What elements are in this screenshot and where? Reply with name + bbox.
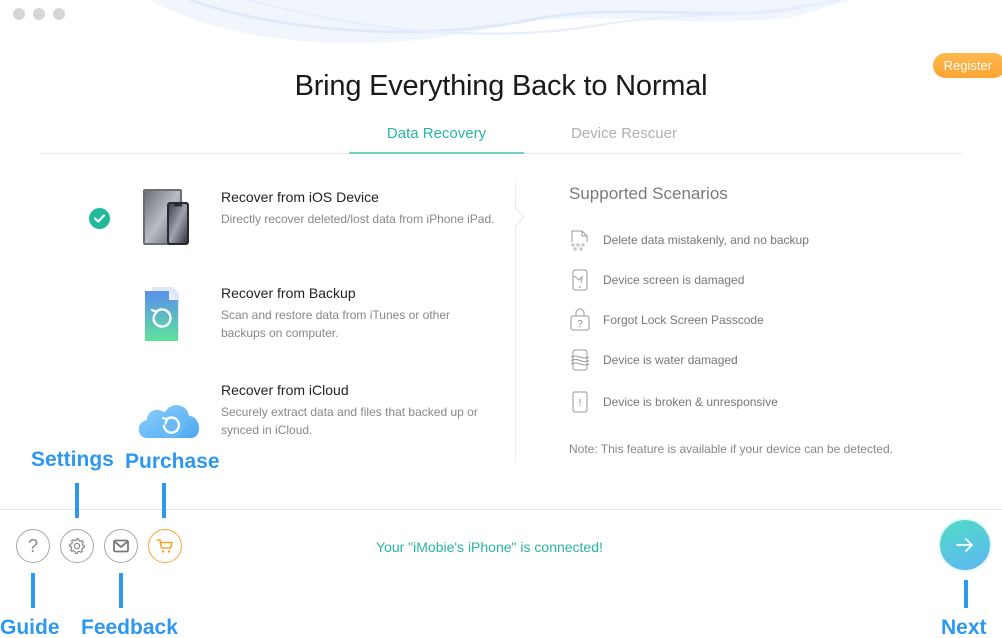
option-title: Recover from iOS Device bbox=[221, 189, 379, 205]
annotation-line-settings bbox=[75, 483, 79, 518]
annotation-line-next bbox=[964, 580, 968, 608]
annotation-line-feedback bbox=[119, 573, 123, 608]
option-recover-backup[interactable]: Recover from Backup Scan and restore dat… bbox=[80, 271, 500, 351]
arrow-right-icon bbox=[956, 538, 973, 552]
icloud-icon bbox=[138, 405, 200, 438]
lock-question-icon: ? bbox=[570, 308, 590, 331]
feedback-button[interactable] bbox=[104, 529, 138, 563]
option-title: Recover from Backup bbox=[221, 285, 356, 301]
option-recover-icloud[interactable]: Recover from iCloud Securely extract dat… bbox=[80, 368, 500, 448]
tab-data-recovery[interactable]: Data Recovery bbox=[349, 125, 524, 154]
scenario-item: Device screen is damaged bbox=[569, 268, 744, 292]
scenario-item: ? Forgot Lock Screen Passcode bbox=[569, 308, 764, 332]
svg-text:?: ? bbox=[28, 536, 38, 556]
svg-text:!: ! bbox=[579, 398, 582, 409]
scenario-text: Delete data mistakenly, and no backup bbox=[603, 233, 809, 247]
scenario-item: Delete data mistakenly, and no backup bbox=[569, 228, 809, 252]
footer-divider bbox=[0, 509, 1002, 510]
option-description: Scan and restore data from iTunes or oth… bbox=[221, 308, 451, 340]
mail-icon bbox=[113, 539, 129, 553]
question-icon: ? bbox=[28, 536, 38, 556]
scenario-text: Device is water damaged bbox=[603, 353, 738, 367]
annotation-line-purchase bbox=[162, 483, 166, 518]
divider-pointer bbox=[514, 207, 526, 227]
minimize-window-button[interactable] bbox=[33, 8, 45, 20]
background-waves bbox=[150, 0, 850, 44]
cart-icon bbox=[156, 539, 173, 553]
zoom-window-button[interactable] bbox=[53, 8, 65, 20]
mode-tabs: Data Recovery Device Rescuer bbox=[40, 120, 962, 154]
scenarios-title: Supported Scenarios bbox=[569, 184, 728, 203]
annotation-line-guide bbox=[31, 573, 35, 608]
annotation-settings: Settings bbox=[31, 448, 114, 471]
window-controls bbox=[13, 8, 65, 20]
ios-device-icon bbox=[143, 189, 189, 245]
annotation-next: Next bbox=[941, 616, 987, 638]
scenario-item: Device is water damaged bbox=[569, 348, 738, 372]
guide-button[interactable]: ? bbox=[16, 529, 50, 563]
purchase-button[interactable] bbox=[148, 529, 182, 563]
annotation-feedback: Feedback bbox=[81, 616, 178, 638]
close-window-button[interactable] bbox=[13, 8, 25, 20]
scenario-text: Device screen is damaged bbox=[603, 273, 745, 287]
scenario-item: ! Device is broken & unresponsive bbox=[569, 390, 778, 414]
option-title: Recover from iCloud bbox=[221, 382, 349, 398]
connection-status: Your "iMobie's iPhone" is connected! bbox=[376, 539, 603, 555]
settings-button[interactable] bbox=[60, 529, 94, 563]
app-window: Register Bring Everything Back to Normal… bbox=[0, 0, 1002, 580]
option-description: Securely extract data and files that bac… bbox=[221, 405, 478, 437]
annotation-purchase: Purchase bbox=[125, 450, 220, 473]
annotation-guide: Guide bbox=[0, 616, 60, 638]
cracked-screen-icon bbox=[572, 269, 588, 291]
svg-text:?: ? bbox=[577, 319, 583, 330]
backup-file-icon bbox=[145, 287, 179, 341]
scenario-text: Device is broken & unresponsive bbox=[603, 395, 778, 409]
deleted-file-icon bbox=[571, 230, 588, 251]
gear-icon bbox=[68, 537, 86, 555]
next-button[interactable] bbox=[940, 520, 990, 570]
page-title: Bring Everything Back to Normal bbox=[294, 70, 708, 102]
water-damage-icon bbox=[570, 349, 590, 371]
tab-device-rescuer[interactable]: Device Rescuer bbox=[524, 125, 724, 154]
scenario-text: Forgot Lock Screen Passcode bbox=[603, 313, 764, 327]
broken-device-icon: ! bbox=[572, 391, 588, 413]
selected-check-icon bbox=[89, 208, 110, 229]
option-recover-ios-device[interactable]: Recover from iOS Device Directly recover… bbox=[80, 175, 500, 255]
option-description: Directly recover deleted/lost data from … bbox=[221, 212, 495, 226]
scenarios-note: Note: This feature is available if your … bbox=[569, 442, 893, 456]
